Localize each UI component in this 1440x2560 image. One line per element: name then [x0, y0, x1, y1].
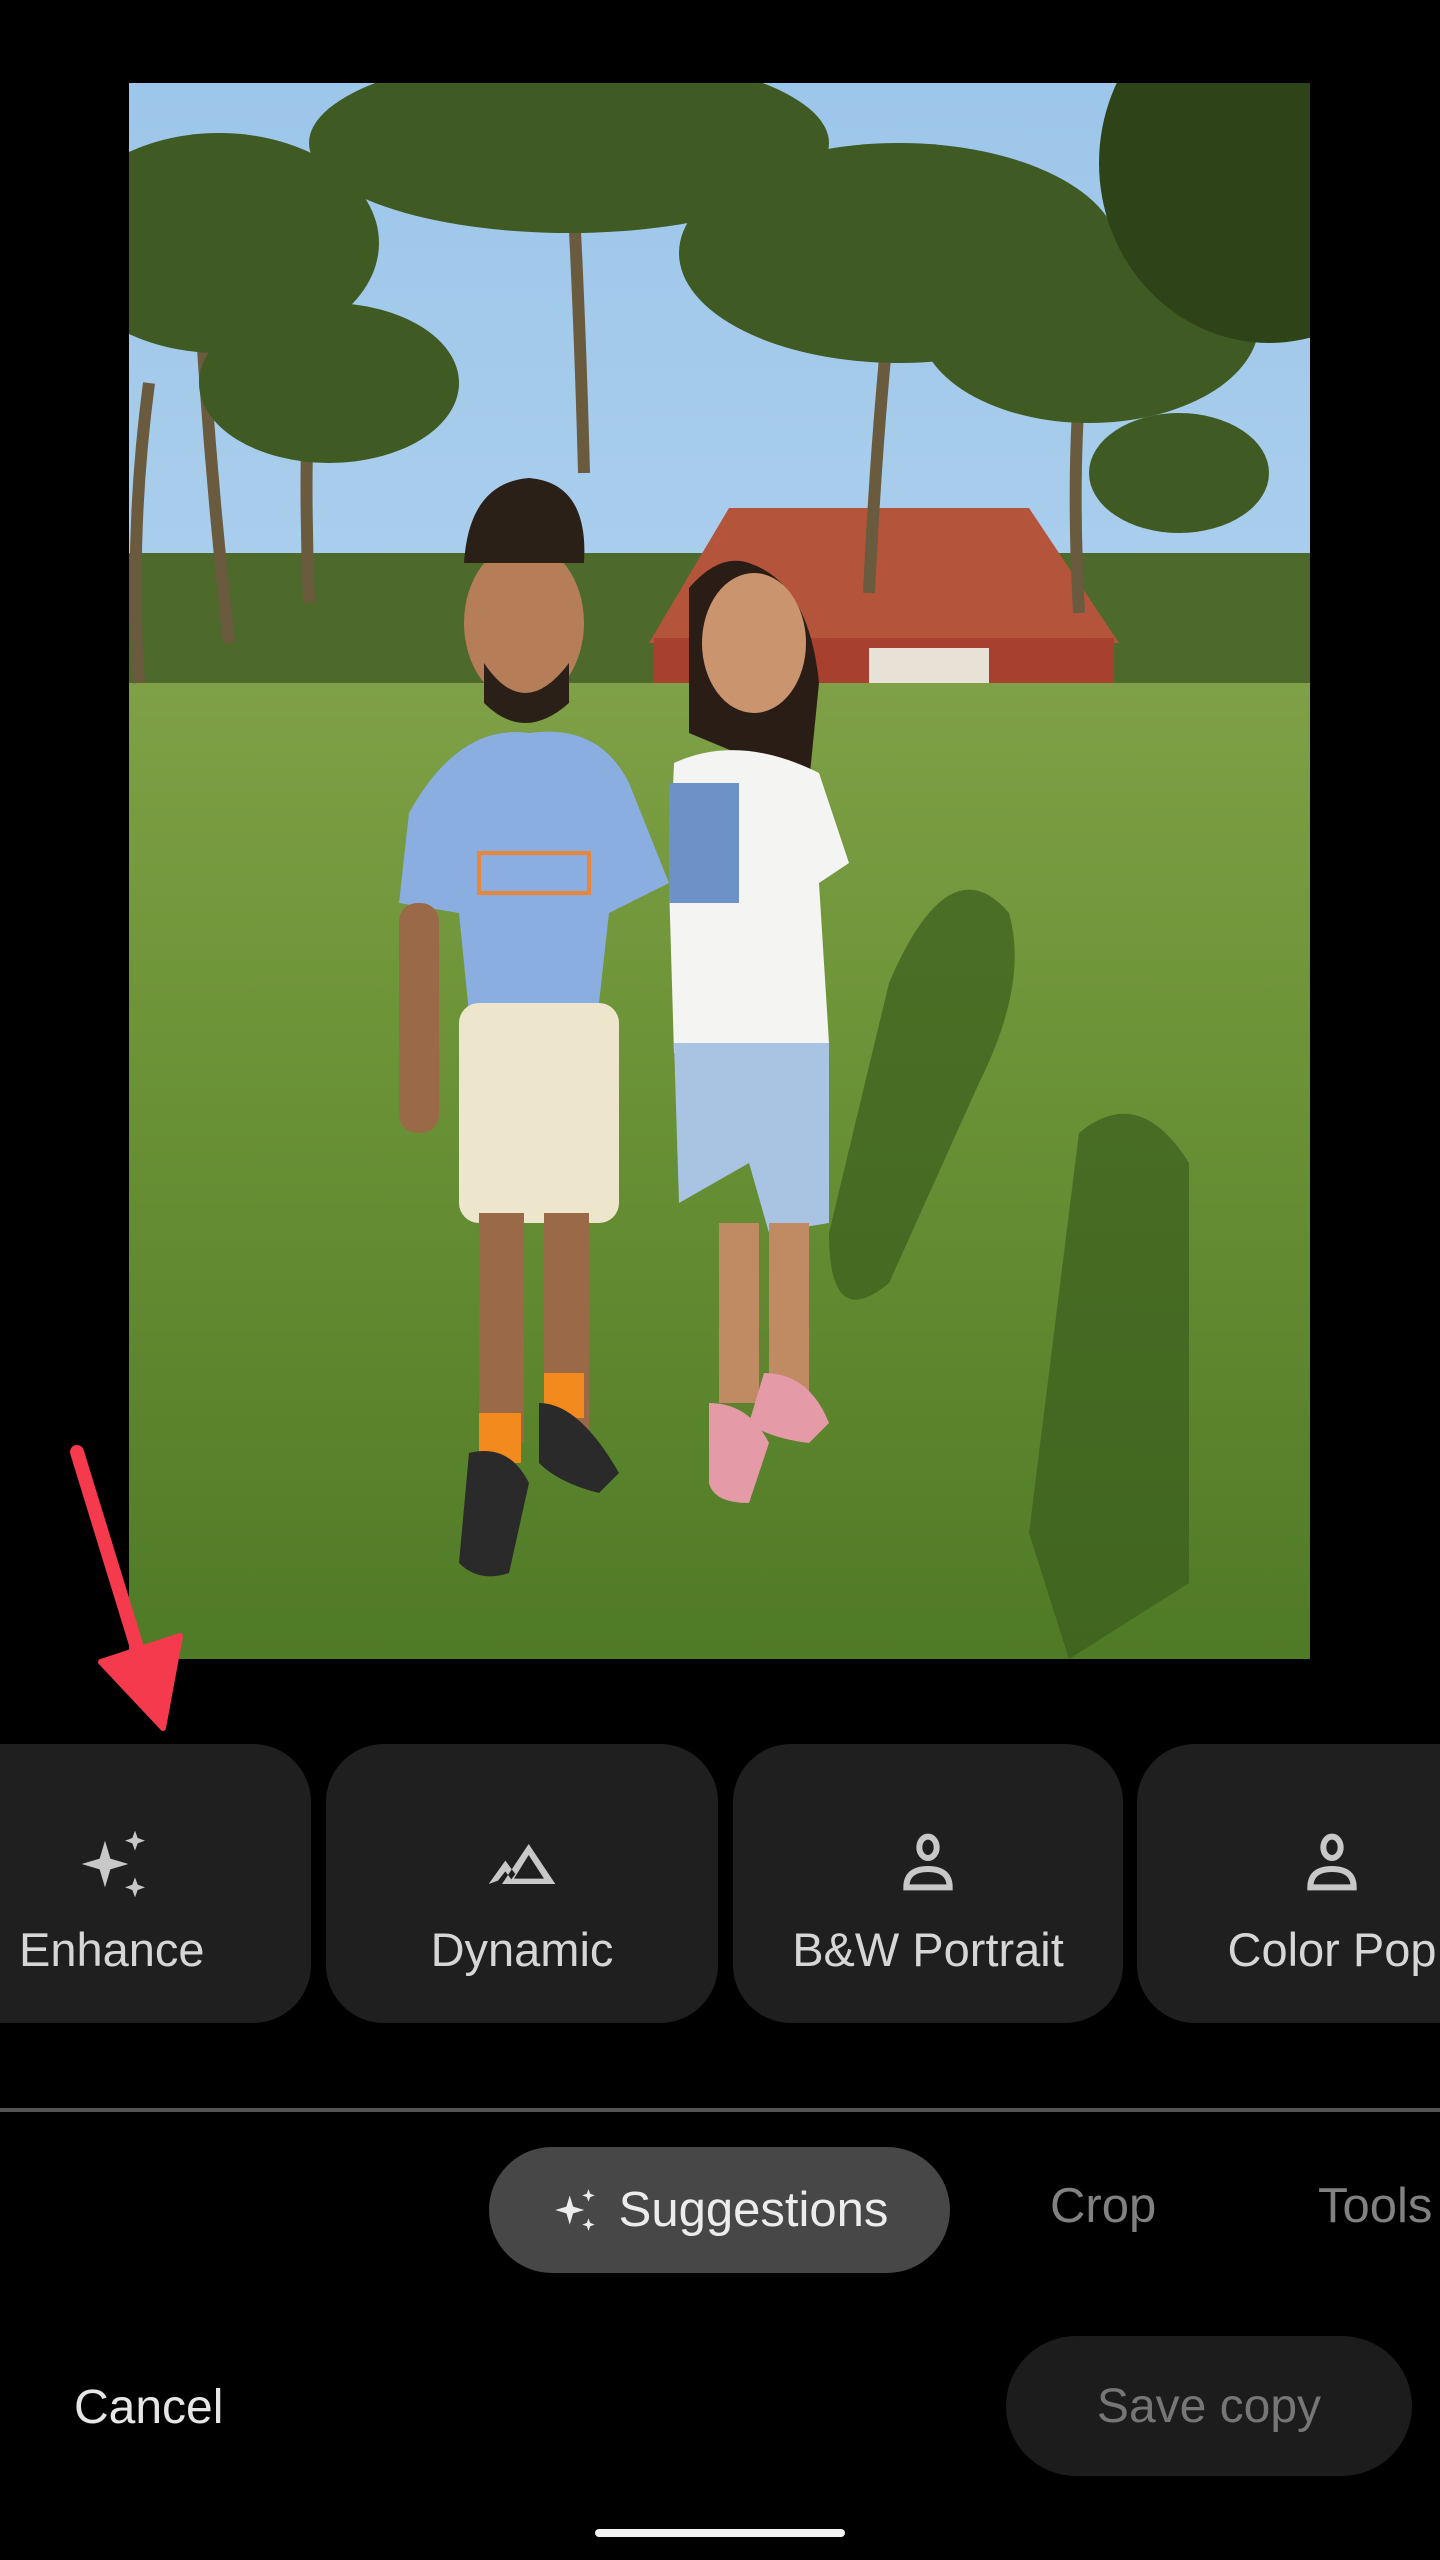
photo-preview [129, 83, 1310, 1659]
tab-label: Suggestions [618, 2183, 889, 2237]
suggestions-carousel[interactable]: Enhance Dynamic B&W Portrait Color Pop [0, 1744, 1440, 2023]
tab-suggestions[interactable]: Suggestions [489, 2147, 950, 2273]
annotation-arrow-icon [70, 1445, 183, 1731]
sparkle-icon [81, 1830, 145, 1898]
save-copy-label: Save copy [1096, 2379, 1322, 2433]
save-copy-button[interactable]: Save copy [1006, 2336, 1412, 2476]
suggestion-bw-portrait[interactable]: B&W Portrait [733, 1744, 1123, 2023]
suggestion-label: Dynamic [430, 1923, 614, 1976]
suggestion-enhance[interactable]: Enhance [0, 1744, 311, 2023]
mountain-icon [488, 1844, 556, 1884]
tab-crop[interactable]: Crop [1050, 2178, 1156, 2234]
suggestion-color-pop[interactable]: Color Pop [1137, 1744, 1440, 2023]
photo-image [129, 83, 1310, 1659]
cancel-button[interactable]: Cancel [74, 2380, 223, 2435]
suggestion-label: B&W Portrait [792, 1923, 1064, 1976]
person-icon [1307, 1833, 1357, 1891]
tab-tools[interactable]: Tools [1318, 2178, 1432, 2234]
suggestion-label: Color Pop [1227, 1923, 1437, 1976]
person-icon [903, 1833, 953, 1891]
suggestion-label: Enhance [19, 1923, 205, 1976]
sparkle-icon [554, 2189, 595, 2231]
home-indicator[interactable] [595, 2529, 845, 2537]
suggestion-dynamic[interactable]: Dynamic [326, 1744, 718, 2023]
divider [0, 2108, 1440, 2112]
